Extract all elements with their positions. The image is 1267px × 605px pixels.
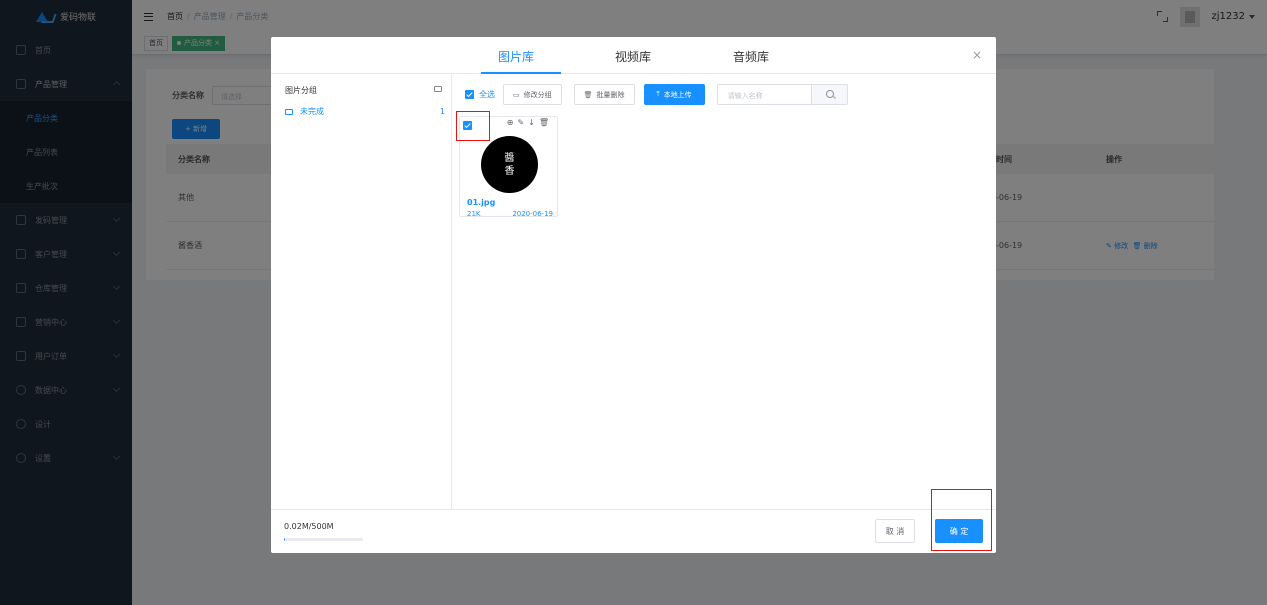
media-library-dialog: 图片库 视频库 音频库 × 图片分组 未完成 1 全选 ▭ 修改分组 🗑 批量删… [271,37,996,553]
local-upload-button[interactable]: ⤒ 本地上传 [643,84,705,105]
edit-icon[interactable]: ✎ [517,118,524,127]
close-icon[interactable]: × [972,48,982,62]
card-actions: ⊕ ✎ ↓ 🗑 [507,118,549,127]
library-toolbar: 全选 ▭ 修改分组 🗑 批量删除 ⤒ 本地上传 请输入名称 [465,84,848,105]
tab-images[interactable]: 图片库 [498,48,534,65]
search-box: 请输入名称 [716,84,848,105]
dialog-footer: 0.02M/500M 取 消 确 定 [271,509,996,553]
add-folder-icon[interactable] [434,86,442,92]
button-label: 本地上传 [663,90,692,99]
select-all-label: 全选 [479,90,495,99]
trash-icon: 🗑 [583,90,593,99]
button-label: 修改分组 [523,90,552,99]
search-icon[interactable] [811,84,848,105]
trash-icon[interactable]: 🗑 [539,118,549,127]
download-icon[interactable]: ↓ [528,118,535,127]
media-tabs: 图片库 视频库 音频库 × [271,37,996,74]
annotation-highlight-checkbox [456,111,490,141]
groups-title: 图片分组 [285,86,317,95]
tab-audio[interactable]: 音频库 [733,48,769,65]
search-input[interactable]: 请输入名称 [716,84,812,105]
annotation-highlight-confirm [931,489,992,551]
group-label: 未完成 [300,107,324,116]
preview-icon[interactable]: ⊕ [507,118,514,127]
group-item-unfinished[interactable]: 未完成 1 [285,106,445,117]
checkbox-checked-icon [465,90,474,99]
cancel-button[interactable]: 取 消 [875,519,915,543]
image-thumbnail: 醬 香 [481,136,538,193]
folder-icon [285,108,293,115]
thumb-char: 醬 [504,152,515,164]
image-groups-pane: 图片分组 未完成 1 [271,74,452,509]
storage-quota: 0.02M/500M [284,522,334,531]
file-name: 01.jpg [467,198,496,207]
file-size: 21K [467,210,481,218]
button-label: 批量删除 [596,90,625,99]
file-date: 2020-06-19 [512,210,553,218]
image-library-pane: 全选 ▭ 修改分组 🗑 批量删除 ⤒ 本地上传 请输入名称 ⊕ ✎ ↓ 🗑 醬 … [452,74,996,509]
select-all-checkbox[interactable]: 全选 [465,89,495,100]
folder-icon: ▭ [513,90,520,99]
batch-delete-button[interactable]: 🗑 批量删除 [573,84,635,105]
upload-icon: ⤒ [656,90,660,98]
thumb-char: 香 [504,165,515,177]
modify-group-button[interactable]: ▭ 修改分组 [503,84,562,105]
storage-progress-bar [284,538,363,541]
group-count: 1 [439,107,445,116]
tab-videos[interactable]: 视频库 [615,48,651,65]
